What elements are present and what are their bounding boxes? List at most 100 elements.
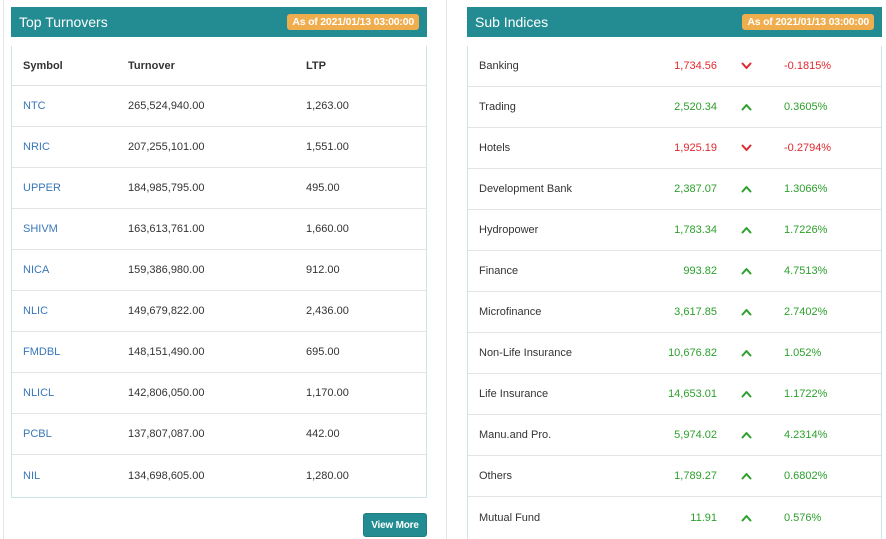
view-more-button[interactable]: View More [363, 513, 427, 537]
list-item: Microfinance 3,617.85 2.7402% [468, 292, 881, 333]
ltp-cell: 1,170.00 [306, 387, 349, 399]
index-name: Finance [479, 265, 519, 277]
symbol-link[interactable]: SHIVM [23, 223, 58, 235]
symbol-link[interactable]: NRIC [23, 141, 50, 153]
table-row: PCBL 137,807,087.00 442.00 [12, 414, 426, 455]
index-name: Life Insurance [479, 388, 549, 400]
ltp-cell: 1,551.00 [306, 141, 349, 153]
turnover-cell: 148,151,490.00 [128, 346, 205, 358]
sub-indices-header: Sub Indices As of 2021/01/13 03:00:00 [467, 7, 882, 37]
list-item: Trading 2,520.34 0.3605% [468, 87, 881, 128]
turnover-cell: 149,679,822.00 [128, 305, 205, 317]
table-row: NRIC 207,255,101.00 1,551.00 [12, 127, 426, 168]
chevron-up-icon [717, 226, 775, 234]
index-change: -0.2794% [784, 142, 832, 154]
chevron-up-icon [717, 308, 775, 316]
chevron-down-icon [717, 144, 775, 152]
left-page-edge [3, 0, 4, 539]
list-item: Life Insurance 14,653.01 1.1722% [468, 374, 881, 415]
turnover-cell: 265,524,940.00 [128, 100, 205, 112]
index-value: 2,387.07 [674, 183, 717, 195]
symbol-link[interactable]: NLIC [23, 305, 48, 317]
column-header-ltp: LTP [306, 59, 326, 72]
top-turnovers-panel: Top Turnovers As of 2021/01/13 03:00:00 … [11, 7, 427, 498]
index-value: 14,653.01 [668, 388, 717, 400]
ltp-cell: 912.00 [306, 264, 340, 276]
symbol-cell: NTC [12, 100, 128, 112]
index-value: 993.82 [683, 265, 717, 277]
list-item: Others 1,789.27 0.6802% [468, 456, 881, 497]
chevron-up-icon [717, 185, 775, 193]
index-name: Trading [479, 101, 516, 113]
top-turnovers-table: Symbol Turnover LTP NTC 265,524,940.00 1,2… [11, 46, 427, 498]
column-header-symbol: Symbol [23, 59, 63, 72]
symbol-link[interactable]: NICA [23, 264, 49, 276]
table-row: NLICL 142,806,050.00 1,170.00 [12, 373, 426, 414]
table-header-row: Symbol Turnover LTP [12, 46, 426, 86]
index-name: Banking [479, 60, 519, 72]
index-name: Microfinance [479, 306, 542, 318]
index-change: 1.1722% [784, 388, 828, 400]
chevron-up-icon [717, 390, 775, 398]
list-item: Banking 1,734.56 -0.1815% [468, 46, 881, 87]
list-item: Manu.and Pro. 5,974.02 4.2314% [468, 415, 881, 456]
index-change: 1.7226% [784, 224, 828, 236]
index-value: 1,925.19 [674, 142, 717, 154]
ltp-cell: 695.00 [306, 346, 340, 358]
list-item: Mutual Fund 11.91 0.576% [468, 497, 881, 538]
ltp-cell: 1,263.00 [306, 100, 349, 112]
symbol-link[interactable]: NTC [23, 100, 46, 112]
ltp-cell: 2,436.00 [306, 305, 349, 317]
table-row: NIL 134,698,605.00 1,280.00 [12, 455, 426, 496]
index-value: 1,789.27 [674, 470, 717, 482]
symbol-cell: SHIVM [12, 223, 128, 235]
ltp-cell: 1,660.00 [306, 223, 349, 235]
symbol-link[interactable]: NIL [23, 470, 40, 482]
index-name: Hotels [479, 142, 511, 154]
chevron-up-icon [717, 267, 775, 275]
table-row: SHIVM 163,613,761.00 1,660.00 [12, 209, 426, 250]
symbol-cell: FMDBL [12, 346, 128, 358]
index-change: 4.2314% [784, 429, 828, 441]
symbol-link[interactable]: NLICL [23, 387, 54, 399]
sub-indices-title: Sub Indices [475, 14, 549, 30]
index-change: 0.576% [784, 511, 822, 524]
chevron-up-icon [717, 514, 775, 522]
table-row: NLIC 149,679,822.00 2,436.00 [12, 291, 426, 332]
table-row: NTC 265,524,940.00 1,263.00 [12, 86, 426, 127]
ltp-cell: 442.00 [306, 428, 340, 440]
index-change: 1.052% [784, 347, 822, 359]
chevron-up-icon [717, 349, 775, 357]
list-item: Non-Life Insurance 10,676.82 1.052% [468, 333, 881, 374]
top-turnovers-title: Top Turnovers [19, 14, 108, 30]
turnover-rows: NTC 265,524,940.00 1,263.00 NRIC 207,255,101… [12, 86, 426, 496]
table-row: FMDBL 148,151,490.00 695.00 [12, 332, 426, 373]
chevron-up-icon [717, 103, 775, 111]
symbol-link[interactable]: UPPER [23, 182, 61, 194]
column-divider [446, 0, 447, 539]
table-row: UPPER 184,985,795.00 495.00 [12, 168, 426, 209]
symbol-link[interactable]: PCBL [23, 428, 52, 440]
index-value: 3,617.85 [674, 306, 717, 318]
index-name: Development Bank [479, 183, 572, 195]
list-item: Development Bank 2,387.07 1.3066% [468, 169, 881, 210]
index-name: Others [479, 470, 513, 482]
turnover-cell: 163,613,761.00 [128, 223, 205, 235]
chevron-up-icon [717, 431, 775, 439]
turnover-cell: 142,806,050.00 [128, 387, 205, 399]
index-change: -0.1815% [784, 60, 832, 72]
index-name: Mutual Fund [479, 511, 541, 524]
turnover-cell: 134,698,605.00 [128, 469, 205, 482]
chevron-down-icon [717, 62, 775, 70]
sub-indices-panel: Sub Indices As of 2021/01/13 03:00:00 Ba… [467, 7, 882, 539]
column-header-turnover: Turnover [128, 59, 175, 72]
index-value: 1,734.56 [674, 60, 717, 72]
index-value: 10,676.82 [668, 347, 717, 359]
index-change: 4.7513% [784, 265, 828, 277]
ltp-cell: 495.00 [306, 182, 340, 194]
index-name: Hydropower [479, 224, 539, 236]
symbol-cell: NLICL [12, 387, 128, 399]
symbol-link[interactable]: FMDBL [23, 346, 60, 358]
list-item: Hotels 1,925.19 -0.2794% [468, 128, 881, 169]
index-value: 1,783.34 [674, 224, 717, 236]
